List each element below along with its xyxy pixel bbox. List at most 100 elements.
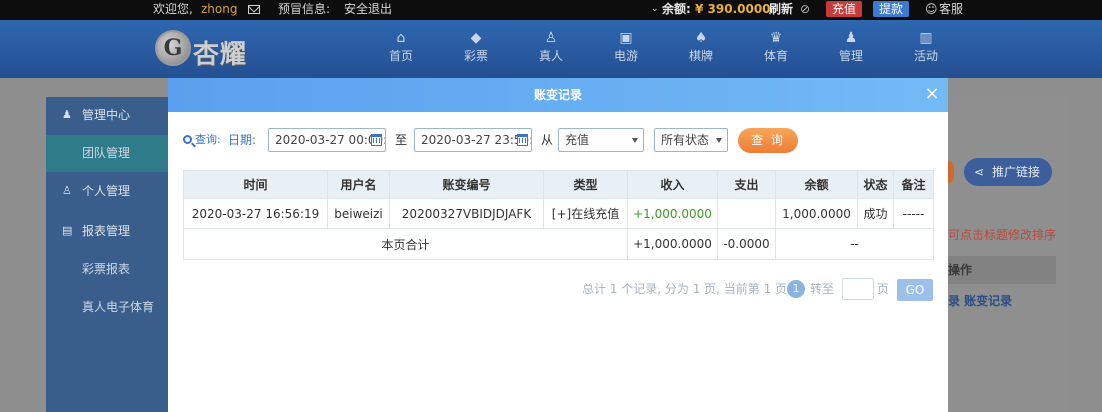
nav-events[interactable]: ▥ 活动 [900, 29, 952, 64]
cell-expense [717, 198, 776, 229]
modal-title: 账变记录 [533, 88, 582, 102]
column-header-status[interactable]: 状态 [857, 170, 894, 199]
nav-sports[interactable]: ♛ 体育 [750, 29, 802, 64]
cell-time: 2020-03-27 16:56:19 [183, 198, 328, 229]
withdraw-button[interactable]: 提款 [873, 1, 910, 17]
table-row: 2020-03-27 16:56:19 beiweizi 20200327VBI… [183, 198, 934, 229]
chevron-down-icon [632, 138, 638, 143]
sidebar-item-reports[interactable]: ▤ 报表管理 [46, 213, 169, 250]
nav-live-dealer[interactable]: ♙ 真人 [525, 29, 577, 64]
chevron-down-icon[interactable]: ⌄ [651, 1, 659, 17]
column-header-time[interactable]: 时间 [183, 170, 328, 199]
nav-slots[interactable]: ▣ 电游 [600, 29, 652, 64]
cell-id: 20200327VBIDJDJAFK [389, 198, 544, 229]
query-button[interactable]: 查 询 [738, 128, 798, 153]
cards-icon: ♠ [694, 30, 708, 46]
column-header-income[interactable]: 收入 [627, 170, 718, 199]
username-link[interactable]: zhong [201, 1, 237, 17]
cell-balance: 1,000.0000 [775, 198, 858, 229]
sort-hint-text: 可点击标题修改排序 [948, 228, 1057, 242]
trophy-icon: ♛ [769, 30, 783, 46]
ops-links[interactable]: 录 账变记录 [948, 292, 1012, 309]
chevron-down-icon [716, 138, 722, 143]
summary-label: 本页合计 [183, 228, 628, 260]
date-to-input[interactable]: 2020-03-27 23:59:59 [414, 128, 532, 152]
document-icon: ▤ [62, 224, 73, 237]
to-label: 至 [395, 133, 408, 147]
summary-balance: -- [775, 228, 934, 260]
welcome-text: 欢迎您, [153, 2, 193, 16]
eye-off-icon[interactable]: ⊘ [800, 1, 810, 17]
pagination: 总计 1 个记录, 分为 1 页, 当前第 1 页 1 转至 页 GO [168, 278, 948, 302]
user-icon: ♙ [62, 184, 72, 197]
status-select[interactable]: 所有状态 [654, 128, 728, 152]
home-icon: ⌂ [396, 30, 406, 46]
summary-row: 本页合计 +1,000.0000 -0.0000 -- [183, 228, 934, 260]
column-header-note[interactable]: 备注 [893, 170, 934, 199]
gift-icon: ▥ [919, 30, 933, 46]
sidebar-item-team-management[interactable]: 团队管理 [46, 135, 169, 172]
date-from-input[interactable]: 2020-03-27 00:00:00 [268, 128, 386, 152]
customer-service-link[interactable]: 客服 [939, 1, 963, 17]
nav-manage[interactable]: ♟ 管理 [825, 29, 877, 64]
manage-icon: ♟ [844, 30, 858, 46]
cell-note: ----- [893, 198, 934, 229]
filter-bar: 查询: 日期: 2020-03-27 00:00:00 至 2020-03-27… [168, 128, 948, 154]
search-icon [183, 135, 192, 144]
column-header-id[interactable]: 账变编号 [389, 170, 544, 199]
deposit-button[interactable]: 充值 [826, 1, 863, 17]
nav-lottery[interactable]: ◆ 彩票 [450, 29, 502, 64]
live-dealer-icon: ♙ [544, 30, 558, 46]
records-table: 时间 用户名 账变编号 类型 收入 支出 余额 状态 备注 2020-03-27… [183, 170, 934, 260]
ops-column-header: 操作 [948, 256, 1056, 284]
transaction-records-modal: 账变记录 × 查询: 日期: 2020-03-27 00:00:00 至 202… [168, 78, 948, 412]
main-header: G 杏耀 ⌂ 首页 ◆ 彩票 ♙ 真人 ▣ 电游 ♠ 棋牌 ♛ 体育 ♟ 管理 ▥ 活动 [0, 20, 1102, 78]
support-icon[interactable]: ☺ [925, 1, 938, 17]
message-icon[interactable] [248, 1, 260, 17]
nav-cards[interactable]: ♠ 棋牌 [675, 29, 727, 64]
table-header-row: 时间 用户名 账变编号 类型 收入 支出 余额 状态 备注 [183, 170, 934, 199]
sidebar-item-lottery-report[interactable]: 彩票报表 [46, 251, 169, 288]
logout-link[interactable]: 安全退出 [344, 1, 392, 17]
modal-header: 账变记录 [168, 78, 948, 112]
promo-link-button[interactable]: ⋖ 推广链接 [964, 158, 1052, 186]
from-label: 从 [541, 133, 554, 147]
current-page-indicator[interactable]: 1 [787, 280, 805, 298]
cell-status: 成功 [857, 198, 894, 229]
site-logo[interactable]: G 杏耀 [155, 26, 265, 72]
logo-emblem: G [155, 30, 191, 66]
search-label: 查询: [183, 128, 221, 152]
sidebar-item-personal-management[interactable]: ♙ 个人管理 [46, 173, 169, 210]
page-number-input[interactable] [842, 278, 874, 300]
summary-expense: -0.0000 [717, 228, 776, 260]
nav-home[interactable]: ⌂ 首页 [375, 29, 427, 64]
refresh-link[interactable]: 刷新 [769, 1, 793, 17]
notice-label[interactable]: 预冒信息: [278, 1, 330, 17]
balance-value: ¥ 390.0000 [695, 2, 771, 16]
column-header-balance[interactable]: 余额 [775, 170, 858, 199]
cell-income: +1,000.0000 [627, 198, 718, 229]
goto-label: 转至 [810, 282, 835, 296]
lottery-icon: ◆ [470, 30, 482, 46]
column-header-type[interactable]: 类型 [543, 170, 628, 199]
slot-icon: ▣ [619, 30, 633, 46]
sidebar-item-management-center[interactable]: ♟ 管理中心 [46, 97, 169, 134]
column-header-expense[interactable]: 支出 [717, 170, 776, 199]
sidebar: ♟ 管理中心 团队管理 ♙ 个人管理 ▤ 报表管理 彩票报表 真人电子体育 [46, 97, 169, 412]
type-select[interactable]: 充值 [558, 128, 644, 152]
summary-income: +1,000.0000 [627, 228, 718, 260]
user-group-icon: ♟ [62, 108, 72, 121]
close-icon[interactable]: × [924, 85, 940, 103]
balance-label: 余额: [662, 2, 691, 16]
column-header-username[interactable]: 用户名 [327, 170, 390, 199]
pagination-summary: 总计 1 个记录, 分为 1 页, 当前第 1 页 [582, 282, 788, 296]
page-unit-label: 页 [877, 282, 890, 296]
cell-type: [+]在线充值 [543, 198, 628, 229]
calendar-icon[interactable] [517, 134, 528, 146]
go-button[interactable]: GO [897, 279, 933, 301]
cell-username: beiweizi [327, 198, 390, 229]
calendar-icon[interactable] [371, 134, 382, 146]
top-utility-bar: 欢迎您, zhong 预冒信息: 安全退出 ⌄ 余额: ¥ 390.0000 刷… [0, 0, 1102, 20]
sidebar-item-live-sports-report[interactable]: 真人电子体育 [46, 289, 169, 326]
date-label: 日期: [228, 133, 257, 147]
